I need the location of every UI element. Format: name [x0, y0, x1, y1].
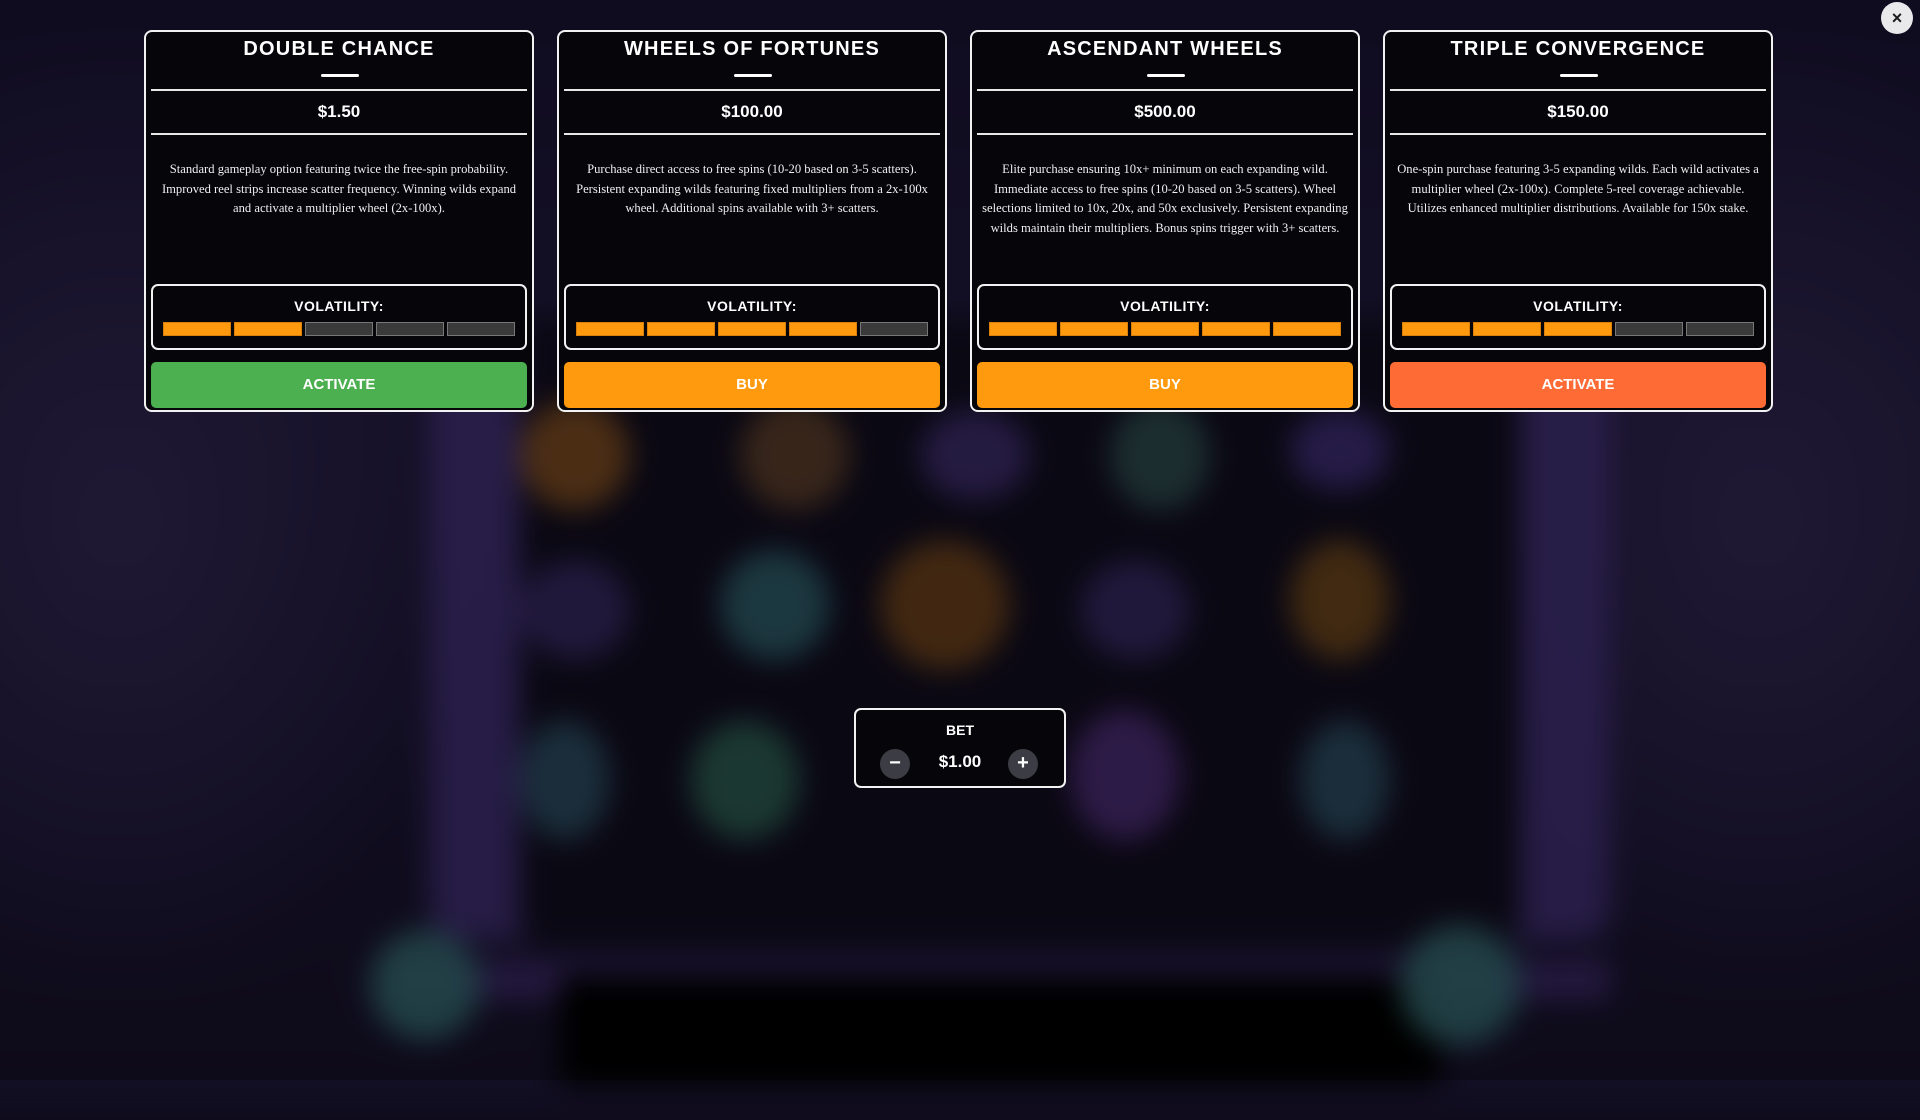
buy-button[interactable]: Buy — [977, 362, 1353, 408]
divider — [151, 89, 527, 91]
volatility-segment-filled — [1473, 322, 1541, 336]
volatility-bars — [1402, 322, 1754, 336]
divider — [1390, 133, 1766, 135]
title-underline — [321, 74, 359, 77]
volatility-segment-filled — [989, 322, 1057, 336]
volatility-segment-filled — [1544, 322, 1612, 336]
card-wheels-of-fortunes: Wheels of Fortunes $100.00 Purchase dire… — [557, 30, 947, 412]
volatility-label: VOLATILITY: — [707, 298, 797, 314]
activate-button[interactable]: Activate — [151, 362, 527, 408]
volatility-bars — [163, 322, 515, 336]
volatility-segment-filled — [647, 322, 715, 336]
activate-button[interactable]: Activate — [1390, 362, 1766, 408]
volatility-segment-filled — [1273, 322, 1341, 336]
volatility-segment-empty — [860, 322, 928, 336]
volatility-segment-empty — [376, 322, 444, 336]
volatility-meter: VOLATILITY: — [151, 284, 527, 350]
volatility-bars — [989, 322, 1341, 336]
close-button[interactable]: × — [1881, 2, 1913, 34]
buy-button[interactable]: Buy — [564, 362, 940, 408]
bet-control: BET − $1.00 + — [854, 708, 1066, 788]
volatility-bars — [576, 322, 928, 336]
card-description: Elite purchase ensuring 10x+ minimum on … — [982, 162, 1348, 235]
divider — [151, 133, 527, 135]
card-ascendant-wheels: Ascendant Wheels $500.00 Elite purchase … — [970, 30, 1360, 412]
bet-label: BET — [946, 722, 974, 738]
volatility-segment-filled — [576, 322, 644, 336]
title-underline — [734, 74, 772, 77]
volatility-segment-filled — [718, 322, 786, 336]
volatility-segment-filled — [1131, 322, 1199, 336]
volatility-segment-empty — [447, 322, 515, 336]
card-title: Ascendant Wheels — [1047, 38, 1283, 60]
volatility-meter: VOLATILITY: — [1390, 284, 1766, 350]
volatility-segment-empty — [305, 322, 373, 336]
volatility-label: VOLATILITY: — [294, 298, 384, 314]
divider — [977, 133, 1353, 135]
card-description: Standard gameplay option featuring twice… — [161, 162, 517, 215]
title-underline — [1147, 74, 1185, 77]
volatility-label: VOLATILITY: — [1120, 298, 1210, 314]
plus-icon: + — [1017, 752, 1029, 774]
card-price: $1.50 — [317, 102, 361, 121]
volatility-segment-empty — [1615, 322, 1683, 336]
volatility-segment-filled — [163, 322, 231, 336]
card-price: $100.00 — [721, 102, 783, 121]
divider — [564, 133, 940, 135]
volatility-meter: VOLATILITY: — [564, 284, 940, 350]
card-double-chance: Double Chance $1.50 Standard gameplay op… — [144, 30, 534, 412]
card-triple-convergence: Triple Convergence $150.00 One-spin purc… — [1383, 30, 1773, 412]
volatility-segment-filled — [1402, 322, 1470, 336]
card-price: $150.00 — [1547, 102, 1609, 121]
volatility-segment-empty — [1686, 322, 1754, 336]
bet-increase-button[interactable]: + — [1008, 749, 1038, 779]
title-underline — [1560, 74, 1598, 77]
card-price: $500.00 — [1134, 102, 1196, 121]
volatility-segment-filled — [1202, 322, 1270, 336]
volatility-segment-filled — [234, 322, 302, 336]
card-description: One-spin purchase featuring 3-5 expandin… — [1397, 162, 1759, 215]
volatility-meter: VOLATILITY: — [977, 284, 1353, 350]
close-icon: × — [1891, 8, 1903, 28]
volatility-label: VOLATILITY: — [1533, 298, 1623, 314]
card-title: Triple Convergence — [1450, 38, 1706, 60]
volatility-segment-filled — [789, 322, 857, 336]
divider — [1390, 89, 1766, 91]
card-title: Double Chance — [243, 38, 435, 60]
divider — [977, 89, 1353, 91]
card-description: Purchase direct access to free spins (10… — [576, 162, 928, 215]
divider — [564, 89, 940, 91]
card-title: Wheels of Fortunes — [623, 38, 881, 60]
bonus-buy-cards: Double Chance $1.50 Standard gameplay op… — [144, 30, 1776, 414]
volatility-segment-filled — [1060, 322, 1128, 336]
